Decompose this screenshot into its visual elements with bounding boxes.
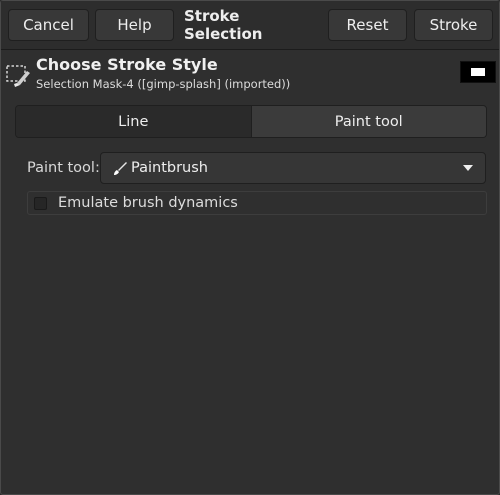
emulate-dynamics-label: Emulate brush dynamics (58, 195, 238, 211)
chevron-down-icon (463, 165, 473, 171)
help-button[interactable]: Help (95, 9, 174, 41)
header-bar: Cancel Help Stroke Selection Reset Strok… (1, 1, 499, 50)
emulate-dynamics-row[interactable]: Emulate brush dynamics (27, 191, 487, 215)
preview-swatch-inner (471, 68, 485, 76)
cancel-button[interactable]: Cancel (8, 9, 89, 41)
dialog-header-info: Choose Stroke Style Selection Mask-4 ([g… (5, 55, 496, 93)
tab-line[interactable]: Line (16, 106, 251, 137)
emulate-dynamics-checkbox[interactable] (34, 196, 47, 210)
selection-name: Selection Mask-4 ([gimp-splash] (importe… (36, 77, 291, 91)
selection-icon (6, 65, 30, 87)
stroke-style-title: Choose Stroke Style (36, 55, 218, 74)
reset-button[interactable]: Reset (328, 9, 407, 41)
tab-paint-tool[interactable]: Paint tool (250, 106, 486, 137)
stroke-button[interactable]: Stroke (414, 9, 493, 41)
paint-tool-label: Paint tool: (27, 160, 100, 176)
paint-tool-row: Paint tool: Paintbrush (27, 152, 487, 184)
stroke-mode-tabs: Line Paint tool (15, 105, 487, 138)
stroke-selection-dialog: Cancel Help Stroke Selection Reset Strok… (0, 0, 500, 495)
paint-tool-value: Paintbrush (131, 160, 208, 176)
paintbrush-icon (114, 162, 127, 175)
dialog-title: Stroke Selection (184, 7, 263, 43)
paint-tool-dropdown[interactable]: Paintbrush (100, 152, 486, 184)
preview-swatch (460, 61, 496, 83)
